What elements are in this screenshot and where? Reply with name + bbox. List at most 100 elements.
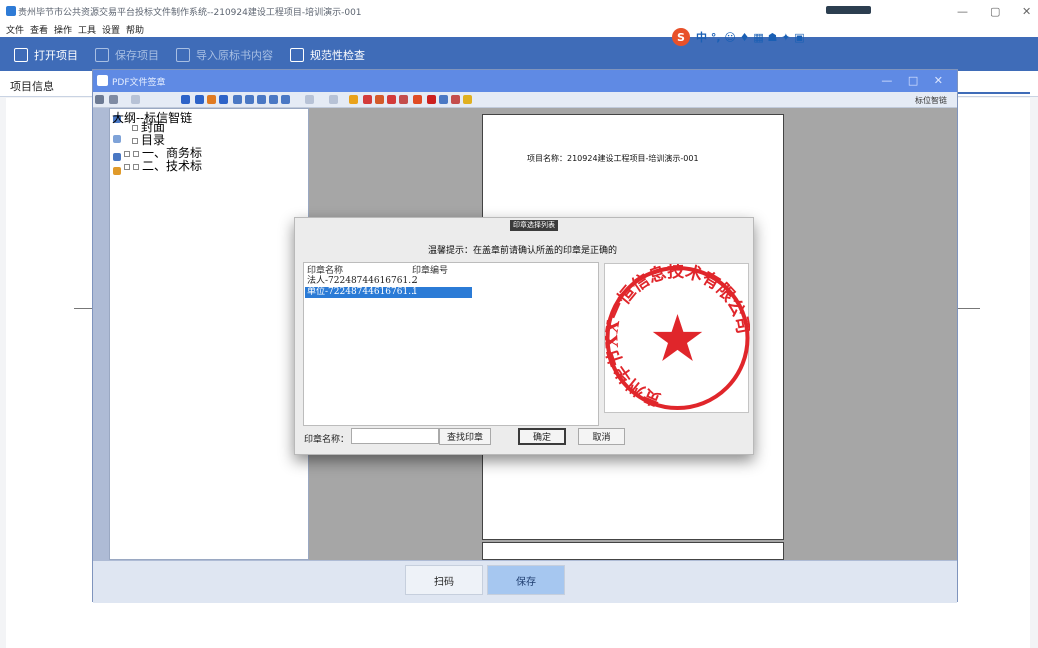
expand-icon[interactable] [124, 150, 130, 157]
two-page-icon[interactable] [219, 95, 228, 104]
seal-row-name: 法人-72248744616761... [307, 276, 417, 286]
find-seal-button[interactable]: 查找印章 [439, 428, 491, 445]
pdf-page-next [482, 542, 784, 560]
import-tender-button[interactable]: 导入原标书内容 [176, 45, 273, 65]
cancel-button[interactable]: 取消 [578, 428, 625, 445]
menu-help[interactable]: 帮助 [126, 23, 144, 36]
brand-label: 标位智链 [915, 96, 947, 105]
zoom-in-icon[interactable] [233, 95, 242, 104]
main-toolbar: 打开项目 保存项目 导入原标书内容 规范性检查 [0, 37, 1038, 71]
printer-icon[interactable] [109, 95, 118, 104]
menu-tools[interactable]: 工具 [78, 23, 96, 36]
seal-search-input[interactable] [351, 428, 439, 444]
pdf-window-controls[interactable]: — □ ✕ [881, 74, 949, 87]
menu-view[interactable]: 查看 [30, 23, 48, 36]
tab-project-info[interactable]: 项目信息 [10, 78, 54, 94]
close-button[interactable]: ✕ [1022, 5, 1031, 18]
save-button[interactable]: 保存 [487, 565, 565, 595]
column-seal-name[interactable]: 印章名称 [307, 263, 343, 276]
arrow-icon[interactable] [131, 95, 140, 104]
seal-preview: 贵州毕节XX一恒信息技术有限公司 [602, 261, 753, 413]
pdf-toolbar: 标位智链 [93, 92, 957, 108]
stamp-icon[interactable] [375, 95, 384, 104]
open-folder-icon [14, 48, 28, 62]
back-icon[interactable] [305, 95, 314, 104]
seal-list[interactable]: 印章名称 印章编号 法人-72248744616761... 2 单位-7224… [303, 262, 599, 426]
seal-row-number: 2 [412, 276, 418, 286]
pdf-window-title: PDF文件签章 [112, 78, 166, 88]
pdf-bottom-bar: 扫码 保存 [93, 561, 957, 603]
menu-file[interactable]: 文件 [6, 23, 24, 36]
dialog-tip: 温馨提示：在盖章前请确认所盖的印章是正确的 [428, 246, 618, 256]
fit-width-icon[interactable] [269, 95, 278, 104]
tab-underline [958, 92, 1030, 94]
compliance-check-button[interactable]: 规范性检查 [290, 45, 365, 65]
fit-page-icon[interactable] [257, 95, 266, 104]
pdf-icon [97, 75, 108, 86]
user-icon[interactable] [113, 167, 121, 175]
menu-settings[interactable]: 设置 [102, 23, 120, 36]
title-bar: 贵州毕节市公共资源交易平台投标文件制作系统--210924建设工程项目-培训演示… [0, 0, 1038, 22]
ok-button[interactable]: 确定 [518, 428, 566, 445]
check-doc-icon [290, 48, 304, 62]
compliance-check-label: 规范性检查 [310, 49, 365, 62]
seal-list-header: 印章名称 印章编号 [304, 263, 598, 276]
zoom-out-icon[interactable] [245, 95, 254, 104]
window-title: 贵州毕节市公共资源交易平台投标文件制作系统--210924建设工程项目-培训演示… [18, 8, 362, 18]
company-seal-image: 贵州毕节XX一恒信息技术有限公司 [602, 261, 753, 411]
verify-icon[interactable] [413, 95, 422, 104]
seal-row-selected[interactable]: 单位-72248744616761... 1 [305, 287, 472, 298]
dialog-title: 印章选择列表 [510, 220, 558, 231]
node-icon [132, 124, 138, 131]
save-project-label: 保存项目 [115, 49, 159, 62]
seal-name-label: 印章名称： [304, 435, 350, 445]
shield-icon[interactable] [463, 95, 472, 104]
layout-icon[interactable] [439, 95, 448, 104]
red-seal-icon[interactable] [427, 95, 436, 104]
open-project-label: 打开项目 [34, 49, 78, 62]
open-project-button[interactable]: 打开项目 [14, 45, 78, 65]
edit-icon[interactable] [451, 95, 460, 104]
import-icon [176, 48, 190, 62]
scan-button[interactable]: 扫码 [405, 565, 483, 595]
batch-seal-icon[interactable] [399, 95, 408, 104]
column-seal-number[interactable]: 印章编号 [412, 263, 448, 276]
expand-icon[interactable] [124, 163, 130, 170]
nav-icon[interactable] [181, 95, 190, 104]
node-icon [133, 163, 139, 170]
single-page-icon[interactable] [207, 95, 216, 104]
maximize-button[interactable]: ▢ [990, 5, 1000, 18]
seal-row-number: 1 [412, 287, 418, 297]
tray-indicator-icon [826, 6, 871, 14]
hand-icon[interactable] [349, 95, 358, 104]
outline-item-technical[interactable]: 二、技术标 [124, 160, 202, 173]
outline-item-label: 一、商务标 [142, 146, 203, 160]
save-project-button[interactable]: 保存项目 [95, 45, 159, 65]
ime-status-icons[interactable]: 中 °, ☺ ♦ ▦ ☗ ✦ ▣ [696, 29, 805, 45]
outline-item-label: 目录 [141, 133, 166, 147]
riding-seal-icon[interactable] [387, 95, 396, 104]
node-icon [133, 150, 139, 157]
seal-select-dialog: 印章选择列表 温馨提示：在盖章前请确认所盖的印章是正确的 印章名称 印章编号 法… [294, 217, 754, 455]
minimize-button[interactable]: — [957, 5, 968, 18]
outline-item-label: 二、技术标 [142, 159, 203, 173]
forward-icon[interactable] [329, 95, 338, 104]
seal-row[interactable]: 法人-72248744616761... 2 [305, 276, 472, 287]
menu-operate[interactable]: 操作 [54, 23, 72, 36]
print-icon[interactable] [95, 95, 104, 104]
page-icon[interactable] [195, 95, 204, 104]
rotate-icon[interactable] [281, 95, 290, 104]
seal-row-name: 单位-72248744616761... [307, 287, 417, 297]
sign-icon[interactable] [363, 95, 372, 104]
thumbnail-icon[interactable] [113, 135, 121, 143]
pdf-window-titlebar: PDF文件签章 — □ ✕ [93, 70, 957, 92]
signature-list-icon[interactable] [113, 153, 121, 161]
app-icon [6, 6, 16, 16]
menu-bar: 文件 查看 操作 工具 设置 帮助 [0, 22, 1038, 37]
ime-toolbar[interactable]: S 中 °, ☺ ♦ ▦ ☗ ✦ ▣ [672, 27, 805, 47]
import-tender-label: 导入原标书内容 [196, 49, 273, 62]
save-icon [95, 48, 109, 62]
sogou-logo-icon: S [672, 28, 690, 46]
divider [958, 308, 980, 309]
node-icon [132, 137, 138, 144]
